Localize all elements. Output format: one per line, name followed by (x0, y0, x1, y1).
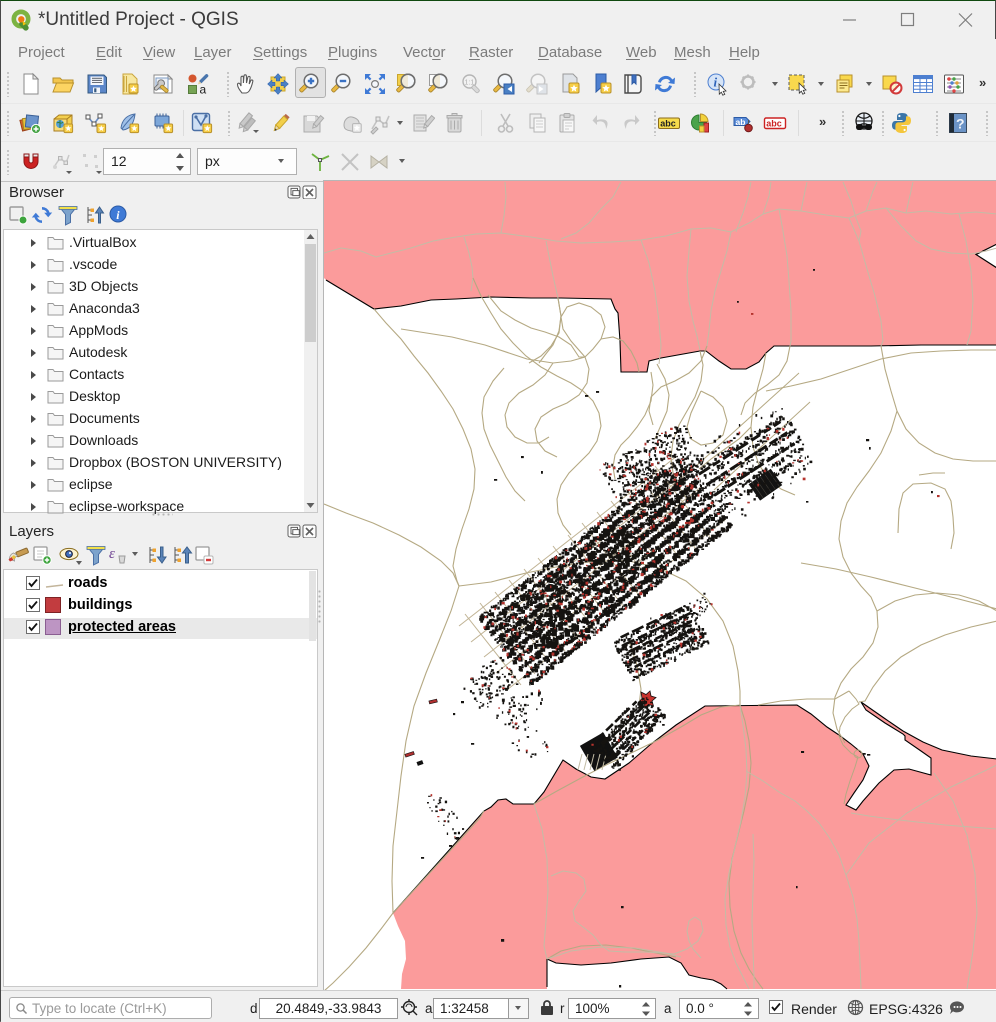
svg-text:i: i (714, 75, 718, 90)
svg-text:abc: abc (766, 119, 782, 129)
svg-text:1:1: 1:1 (465, 80, 475, 87)
svg-text:abc: abc (660, 119, 676, 129)
svg-text:ε: ε (109, 546, 115, 562)
svg-text:ab: ab (736, 117, 746, 127)
svg-text:?: ? (956, 116, 965, 132)
svg-text:a: a (200, 83, 207, 97)
